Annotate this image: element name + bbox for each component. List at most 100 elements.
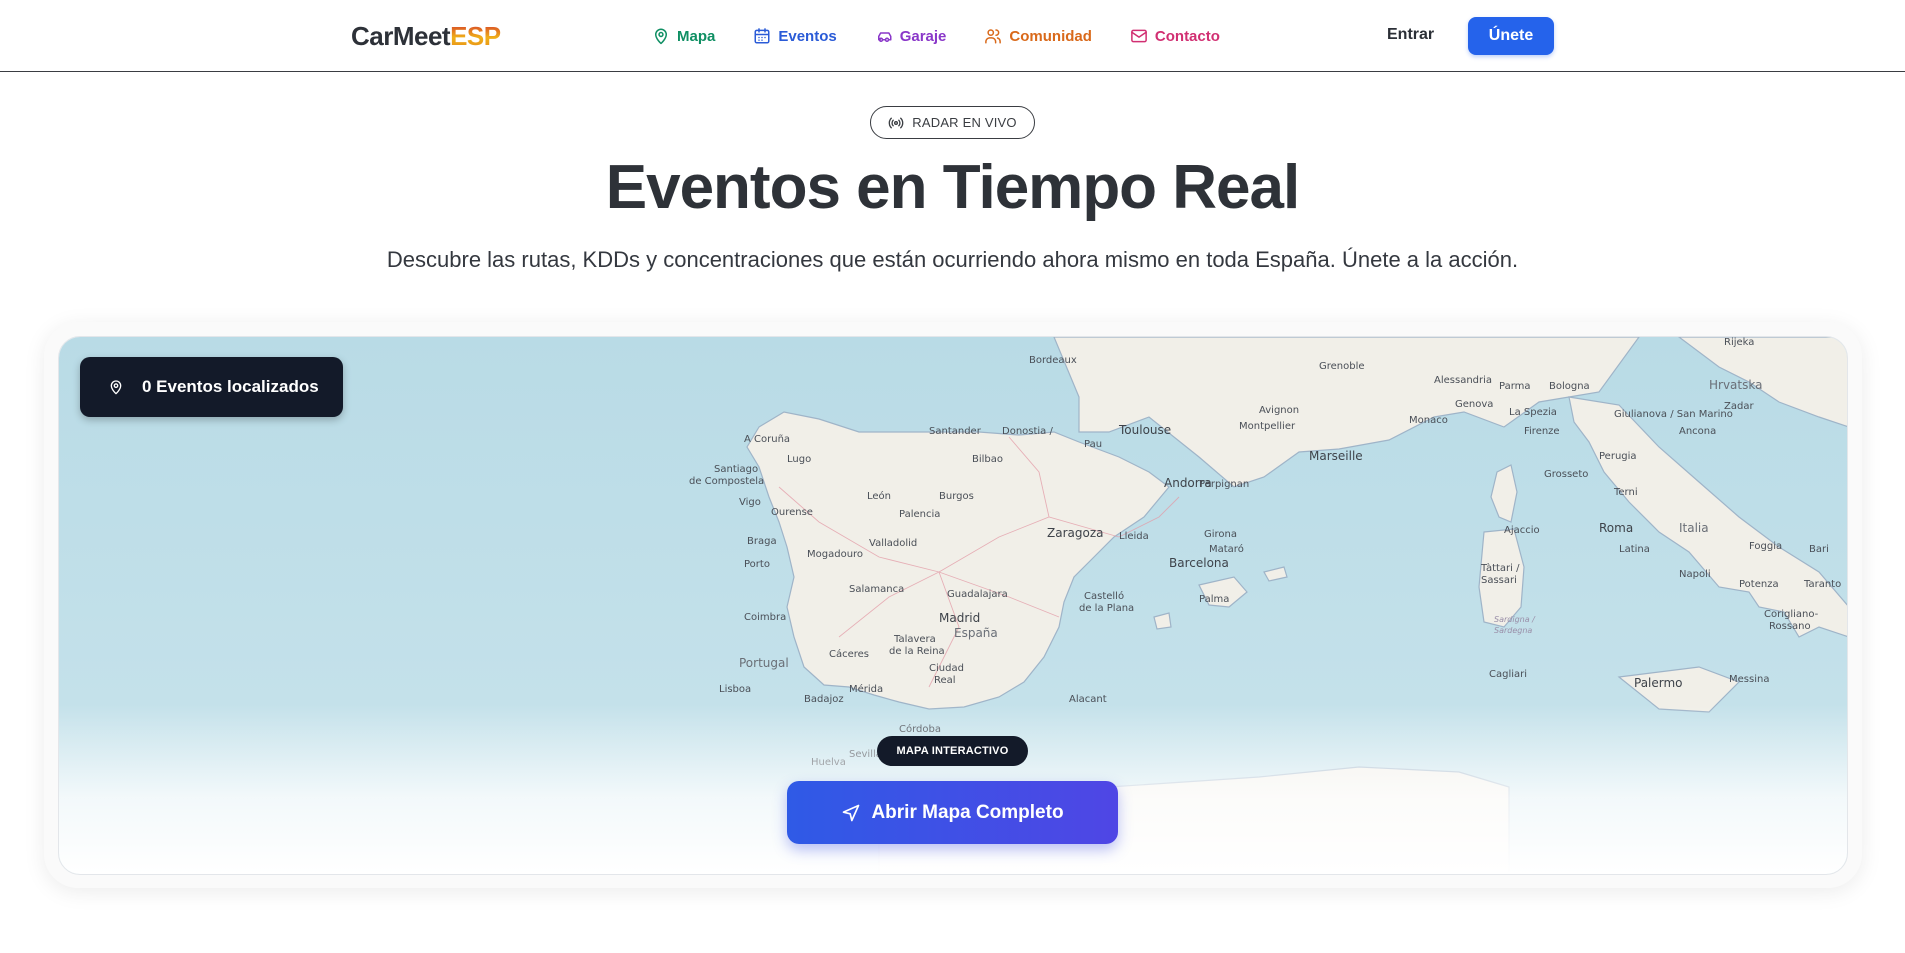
nav-label-mapa: Mapa	[677, 27, 716, 45]
svg-text:Bari: Bari	[1809, 544, 1829, 555]
svg-text:Sardigna /: Sardigna /	[1494, 615, 1536, 624]
svg-text:Perugia: Perugia	[1599, 451, 1637, 462]
svg-text:Genova: Genova	[1455, 399, 1493, 410]
svg-text:Avignon: Avignon	[1259, 405, 1299, 416]
svg-text:Santiago: Santiago	[714, 464, 758, 475]
svg-text:Ourense: Ourense	[771, 507, 813, 518]
svg-text:Taranto: Taranto	[1803, 579, 1841, 590]
svg-text:Porto: Porto	[744, 559, 770, 570]
svg-text:A Coruña: A Coruña	[744, 434, 790, 445]
calendar-icon	[754, 28, 770, 44]
nav-item-eventos[interactable]: Eventos	[753, 24, 837, 48]
nav-label-comunidad: Comunidad	[1009, 27, 1092, 45]
nav-item-garaje[interactable]: Garaje	[875, 24, 947, 48]
svg-text:Potenza: Potenza	[1739, 579, 1779, 590]
svg-text:Ajaccio: Ajaccio	[1504, 525, 1540, 536]
radio-signal-icon	[888, 117, 904, 128]
svg-text:Montpellier: Montpellier	[1239, 421, 1296, 432]
svg-text:Palencia: Palencia	[899, 509, 940, 520]
svg-text:Córdoba: Córdoba	[899, 723, 941, 735]
svg-text:Guadalajara: Guadalajara	[947, 589, 1008, 600]
svg-text:Firenze: Firenze	[1524, 426, 1560, 437]
svg-text:Monaco: Monaco	[1409, 415, 1448, 426]
svg-text:Terni: Terni	[1613, 487, 1638, 498]
page-title: Eventos en Tiempo Real	[605, 153, 1301, 222]
svg-text:de la Reina: de la Reina	[889, 646, 945, 657]
svg-text:Badajoz: Badajoz	[804, 694, 844, 705]
svg-text:Bordeaux: Bordeaux	[1029, 355, 1077, 366]
logo-text-carmeet: CarMeet	[351, 21, 451, 51]
mail-icon	[1131, 29, 1147, 43]
svg-text:Mogadouro: Mogadouro	[807, 549, 863, 560]
svg-text:Donostia /: Donostia /	[1002, 426, 1053, 437]
svg-text:Mérida: Mérida	[849, 683, 883, 695]
svg-text:Grenoble: Grenoble	[1319, 361, 1365, 372]
svg-text:Bilbao: Bilbao	[972, 454, 1003, 465]
svg-text:Toulouse: Toulouse	[1118, 423, 1171, 437]
site-logo[interactable]: CarMeetESP	[351, 21, 501, 52]
svg-text:Parma: Parma	[1499, 381, 1531, 392]
svg-text:Real: Real	[934, 675, 956, 686]
svg-text:Perpignan: Perpignan	[1199, 479, 1249, 490]
live-radar-text: RADAR EN VIVO	[912, 115, 1017, 130]
top-navbar: CarMeetESP Mapa Eventos Garaje Comunidad…	[0, 0, 1905, 72]
svg-text:Vigo: Vigo	[739, 497, 761, 508]
svg-text:Salamanca: Salamanca	[849, 584, 904, 595]
svg-text:Palermo: Palermo	[1634, 676, 1683, 690]
open-full-map-label: Abrir Mapa Completo	[871, 801, 1064, 823]
svg-text:Ancona: Ancona	[1679, 426, 1716, 437]
svg-text:Lugo: Lugo	[787, 454, 811, 465]
svg-text:Madrid: Madrid	[939, 611, 980, 625]
svg-text:Hrvatska: Hrvatska	[1709, 378, 1762, 392]
login-link[interactable]: Entrar	[1387, 26, 1434, 44]
svg-text:Girona: Girona	[1204, 529, 1237, 540]
svg-text:Zaragoza: Zaragoza	[1047, 526, 1103, 540]
nav-label-eventos: Eventos	[778, 27, 837, 45]
svg-text:Zadar: Zadar	[1724, 401, 1754, 412]
svg-text:Huelva: Huelva	[811, 757, 846, 768]
svg-text:Lisboa: Lisboa	[719, 684, 751, 695]
svg-text:Roma: Roma	[1599, 521, 1633, 535]
svg-text:Cagliari: Cagliari	[1489, 669, 1527, 680]
svg-text:Giulianova / San Marino: Giulianova / San Marino	[1614, 409, 1733, 420]
nav-item-contacto[interactable]: Contacto	[1130, 24, 1220, 48]
navigation-arrow-icon	[843, 804, 860, 821]
svg-text:España: España	[954, 626, 998, 640]
svg-text:Rijeka: Rijeka	[1724, 337, 1754, 348]
svg-text:León: León	[867, 490, 891, 502]
svg-text:Burgos: Burgos	[939, 491, 974, 502]
svg-text:Portugal: Portugal	[739, 656, 789, 670]
svg-text:Napoli: Napoli	[1679, 569, 1711, 580]
users-icon	[985, 29, 1002, 44]
svg-text:Braga: Braga	[747, 536, 777, 547]
nav-item-mapa[interactable]: Mapa	[652, 24, 715, 48]
svg-text:Pau: Pau	[1084, 439, 1102, 450]
svg-text:Ciudad: Ciudad	[929, 663, 964, 674]
svg-text:Valladolid: Valladolid	[869, 538, 917, 549]
events-count-text: 0 Eventos localizados	[142, 377, 319, 396]
svg-text:Cáceres: Cáceres	[829, 648, 869, 660]
open-full-map-button[interactable]: Abrir Mapa Completo	[787, 781, 1118, 844]
svg-text:Rossano: Rossano	[1769, 621, 1811, 632]
svg-text:Castelló: Castelló	[1084, 590, 1124, 602]
svg-text:Alacant: Alacant	[1069, 694, 1107, 705]
svg-text:Coimbra: Coimbra	[744, 612, 786, 623]
svg-text:La Spezia: La Spezia	[1509, 407, 1557, 418]
svg-text:Palma: Palma	[1199, 594, 1229, 605]
join-button[interactable]: Únete	[1468, 17, 1554, 55]
svg-text:Marseille: Marseille	[1309, 449, 1363, 463]
svg-text:Alessandria: Alessandria	[1434, 375, 1492, 386]
events-count-badge: 0 Eventos localizados	[80, 357, 343, 417]
svg-text:Mataró: Mataró	[1209, 543, 1244, 555]
svg-text:Santander: Santander	[929, 426, 982, 437]
svg-text:Tàttari /: Tàttari /	[1480, 562, 1520, 574]
car-icon	[877, 32, 892, 42]
logo-text-esp: ESP	[450, 21, 501, 51]
svg-text:Latina: Latina	[1619, 544, 1650, 555]
map-pin-icon	[655, 28, 667, 45]
nav-label-garaje: Garaje	[899, 27, 947, 45]
svg-text:Sardegna: Sardegna	[1494, 626, 1532, 635]
nav-item-comunidad[interactable]: Comunidad	[984, 24, 1092, 48]
svg-text:Sassari: Sassari	[1481, 575, 1517, 586]
svg-text:Messina: Messina	[1729, 674, 1769, 685]
